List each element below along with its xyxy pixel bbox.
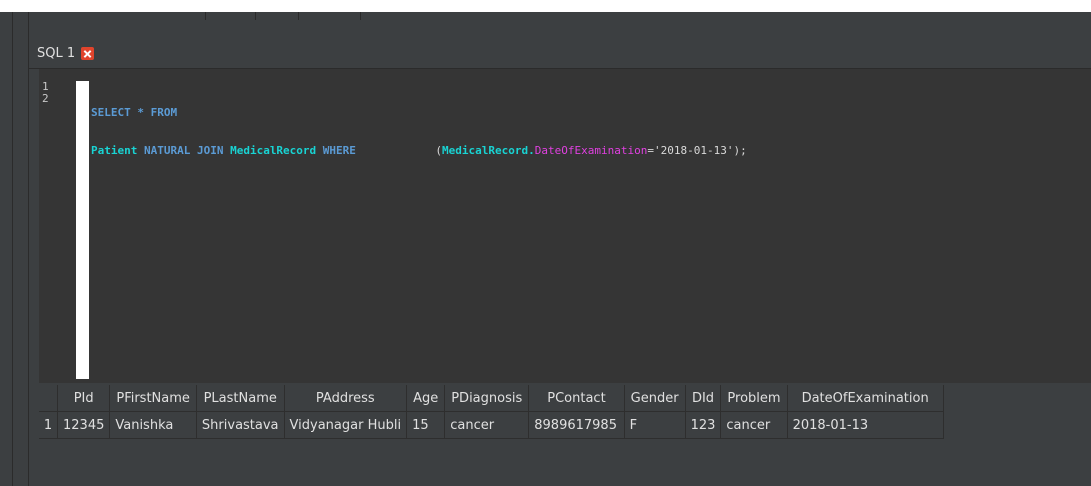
keyword-select: SELECT xyxy=(91,106,131,119)
table-cell[interactable]: 2018-01-13 xyxy=(787,411,944,439)
column-header[interactable]: PDiagnosis xyxy=(444,385,530,412)
column-header[interactable]: Age xyxy=(406,385,446,412)
operator-token: = xyxy=(647,144,654,157)
line-number: 2 xyxy=(42,92,49,105)
dot-token: . xyxy=(528,144,535,157)
code-line-1: SELECT * FROM xyxy=(91,107,747,119)
table-token: MedicalRecord xyxy=(442,144,529,157)
table-cell[interactable]: 8989617985 xyxy=(528,411,625,439)
column-token: DateOfExamination xyxy=(534,144,648,157)
column-header[interactable]: Gender xyxy=(624,385,686,412)
tab-label: SQL 1 xyxy=(37,45,76,61)
results-table: PId PFirstName PLastName PAddress Age PD… xyxy=(39,385,944,439)
table-cell[interactable]: Shrivastava xyxy=(196,411,285,439)
column-header[interactable]: PAddress xyxy=(284,385,408,412)
keyword-natural-join: NATURAL JOIN xyxy=(137,144,231,157)
close-icon[interactable] xyxy=(81,46,95,60)
table-cell[interactable]: cancer xyxy=(444,411,530,439)
keyword-from: FROM xyxy=(150,106,178,119)
table-row[interactable]: 1 12345 Vanishka Shrivastava Vidyanagar … xyxy=(39,411,944,439)
editor-margin-strip xyxy=(76,81,89,379)
line-numbers: 1 2 xyxy=(39,81,73,105)
row-header-corner xyxy=(39,385,58,412)
table-cell[interactable]: 12345 xyxy=(57,411,111,439)
column-header[interactable]: PLastName xyxy=(196,385,285,412)
table-cell[interactable]: 15 xyxy=(406,411,446,439)
toolbar-separators xyxy=(0,12,1091,20)
column-header[interactable]: PFirstName xyxy=(109,385,197,412)
column-header[interactable]: PId xyxy=(57,385,111,412)
keyword-where: WHERE xyxy=(316,144,356,157)
tab-bar: SQL 1 xyxy=(29,20,1091,69)
left-side-panel xyxy=(0,12,29,486)
sql-panel: SQL 1 1 2 SELECT * FROM Patient NATURAL … xyxy=(29,20,1091,486)
results-grid: PId PFirstName PLastName PAddress Age PD… xyxy=(39,385,1091,486)
sql-editor[interactable]: 1 2 SELECT * FROM Patient NATURAL JOIN M… xyxy=(39,69,1091,383)
row-index: 1 xyxy=(39,411,58,439)
code-line-2: Patient NATURAL JOIN MedicalRecord WHERE… xyxy=(91,145,747,157)
column-header[interactable]: PContact xyxy=(528,385,625,412)
table-cell[interactable]: Vanishka xyxy=(109,411,197,439)
string-token: '2018-01-13' xyxy=(653,144,734,157)
column-header[interactable]: DateOfExamination xyxy=(787,385,944,412)
table-cell[interactable]: F xyxy=(624,411,686,439)
column-header[interactable]: DId xyxy=(685,385,722,412)
header-row: PId PFirstName PLastName PAddress Age PD… xyxy=(39,385,944,412)
star-token: * xyxy=(130,106,151,119)
table-cell[interactable]: Vidyanagar Hubli xyxy=(284,411,408,439)
close-token: ); xyxy=(733,144,747,157)
column-header[interactable]: Problem xyxy=(720,385,788,412)
tab-sql-1[interactable]: SQL 1 xyxy=(34,42,97,64)
table-token: MedicalRecord xyxy=(230,144,317,157)
window-top-bar xyxy=(0,0,1091,12)
table-token: Patient xyxy=(91,144,138,157)
code-text[interactable]: SELECT * FROM Patient NATURAL JOIN Medic… xyxy=(91,81,747,183)
table-cell[interactable]: 123 xyxy=(685,411,722,439)
table-cell[interactable]: cancer xyxy=(720,411,788,439)
